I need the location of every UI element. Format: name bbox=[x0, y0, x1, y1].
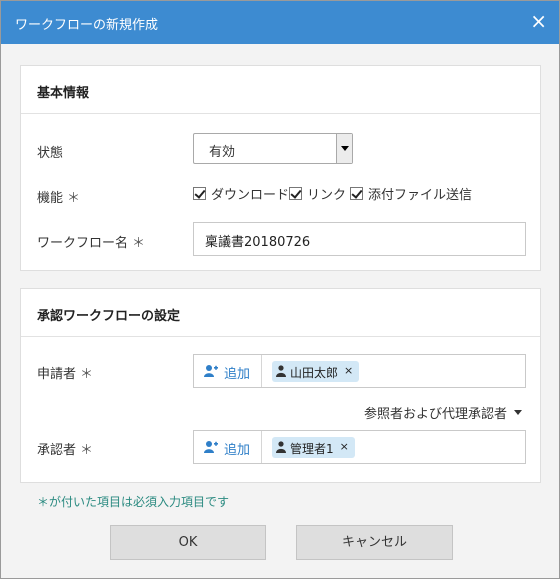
status-select[interactable]: 有効 bbox=[193, 133, 353, 164]
required-mark: ＊ bbox=[67, 191, 81, 206]
reference-approver-link[interactable]: 参照者および代理承認者 bbox=[364, 403, 522, 422]
checkbox-link[interactable]: リンク bbox=[289, 184, 346, 203]
title-bar: ワークフローの新規作成 × bbox=[1, 1, 559, 44]
add-applicant-label: 追加 bbox=[224, 367, 251, 382]
status-label: 状態 bbox=[37, 146, 64, 161]
checkbox-checked-icon[interactable] bbox=[350, 187, 363, 200]
approver-label: 承認者＊ bbox=[37, 443, 94, 458]
checkbox-download[interactable]: ダウンロード bbox=[193, 184, 289, 203]
checkbox-checked-icon[interactable] bbox=[193, 187, 206, 200]
user-icon bbox=[276, 441, 286, 453]
applicant-label: 申請者＊ bbox=[37, 367, 94, 382]
required-mark: ＊ bbox=[80, 443, 94, 458]
approval-panel: 承認ワークフローの設定 申請者＊ 追加 山田太郎 × 参照者および代理承認者 承… bbox=[20, 288, 541, 483]
caret-down-icon bbox=[514, 410, 522, 415]
chevron-down-icon[interactable] bbox=[336, 134, 352, 163]
approver-field: 追加 管理者1 × bbox=[193, 430, 526, 464]
required-mark: ＊ bbox=[132, 236, 146, 251]
checkbox-link-label: リンク bbox=[307, 188, 347, 203]
workflow-name-input[interactable]: 稟議書20180726 bbox=[193, 222, 526, 256]
ok-button[interactable]: OK bbox=[110, 525, 266, 560]
approver-tag: 管理者1 × bbox=[272, 437, 355, 458]
checkbox-attachment[interactable]: 添付ファイル送信 bbox=[350, 184, 472, 203]
dialog-title: ワークフローの新規作成 bbox=[15, 18, 159, 33]
user-icon bbox=[276, 365, 286, 377]
close-icon[interactable]: × bbox=[530, 10, 547, 32]
checkbox-checked-icon[interactable] bbox=[289, 187, 302, 200]
status-select-value: 有効 bbox=[209, 145, 236, 160]
add-approver-button[interactable]: 追加 bbox=[194, 431, 262, 463]
approver-tag-label: 管理者1 bbox=[290, 442, 334, 456]
applicant-field: 追加 山田太郎 × bbox=[193, 354, 526, 388]
basic-info-panel: 基本情報 状態 有効 機能＊ ダウンロード リンク 添付ファイル送信 ワークフロ… bbox=[20, 65, 541, 271]
required-note: ＊が付いた項目は必須入力項目です bbox=[37, 495, 230, 509]
applicant-tag: 山田太郎 × bbox=[272, 361, 360, 382]
checkbox-attachment-label: 添付ファイル送信 bbox=[368, 188, 473, 203]
required-mark: ＊ bbox=[80, 367, 94, 382]
remove-applicant-icon[interactable]: × bbox=[344, 364, 353, 377]
workflow-dialog: ワークフローの新規作成 × 基本情報 状態 有効 機能＊ ダウンロード リンク … bbox=[0, 0, 560, 579]
basic-info-heading: 基本情報 bbox=[21, 66, 540, 114]
checkbox-download-label: ダウンロード bbox=[211, 188, 290, 203]
reference-approver-link-label: 参照者および代理承認者 bbox=[363, 407, 507, 422]
approval-heading: 承認ワークフローの設定 bbox=[21, 289, 540, 337]
add-approver-label: 追加 bbox=[224, 443, 251, 458]
add-applicant-button[interactable]: 追加 bbox=[194, 355, 262, 387]
function-label: 機能＊ bbox=[37, 191, 81, 206]
add-user-icon bbox=[204, 365, 218, 377]
workflow-name-label: ワークフロー名＊ bbox=[37, 236, 146, 251]
cancel-button[interactable]: キャンセル bbox=[296, 525, 453, 560]
remove-approver-icon[interactable]: × bbox=[340, 440, 349, 453]
applicant-tag-label: 山田太郎 bbox=[290, 366, 339, 380]
add-user-icon bbox=[204, 441, 218, 453]
